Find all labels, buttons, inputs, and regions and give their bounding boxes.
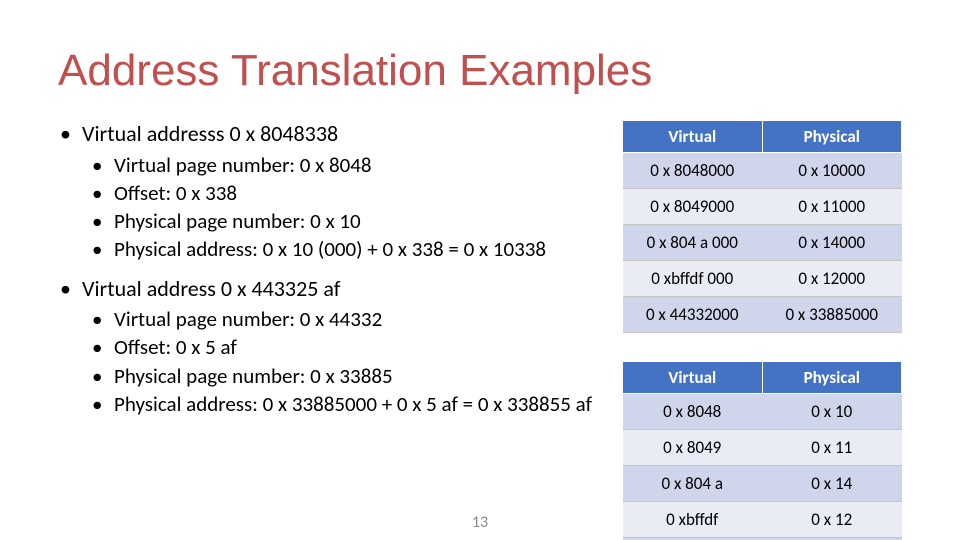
section-heading-text: Virtual addresss 0 x 8048338	[82, 120, 338, 148]
bullet-icon	[92, 180, 114, 206]
list-item-text: Offset: 0 x 338	[114, 180, 237, 206]
slide: Address Translation Examples Virtual add…	[0, 0, 960, 540]
list-item-text: Physical address: 0 x 10 (000) + 0 x 338…	[114, 236, 546, 262]
cell: 0 x 10000	[762, 153, 902, 189]
cell: 0 x 11	[762, 430, 902, 466]
bullet-icon	[92, 208, 114, 234]
column-header: Virtual	[623, 362, 763, 394]
cell: 0 x 12000	[762, 261, 902, 297]
cell: 0 x 804 a	[623, 466, 763, 502]
cell: 0 x 12	[762, 502, 902, 538]
table-row: 0 x 8048000 0 x 10000	[623, 153, 902, 189]
bullet-icon	[58, 275, 82, 303]
list-item-text: Offset: 0 x 5 af	[114, 334, 237, 360]
table-row: 0 x 44332000 0 x 33885000	[623, 297, 902, 333]
address-map-table-2: Virtual Physical 0 x 8048 0 x 10 0 x 804…	[622, 361, 902, 540]
cell: 0 x 8049000	[623, 189, 763, 225]
table-row: 0 x 8048 0 x 10	[623, 394, 902, 430]
cell: 0 xbffdf 000	[623, 261, 763, 297]
bullet-icon	[92, 306, 114, 332]
bullet-icon	[92, 152, 114, 178]
slide-body: Virtual addresss 0 x 8048338 Virtual pag…	[58, 120, 902, 417]
page-number: 13	[472, 513, 488, 532]
list-item-text: Physical address: 0 x 33885000 + 0 x 5 a…	[114, 391, 592, 417]
list-item-text: Physical page number: 0 x 33885	[114, 363, 393, 389]
table-row: 0 x 8049 0 x 11	[623, 430, 902, 466]
bullet-icon	[92, 334, 114, 360]
cell: 0 x 804 a 000	[623, 225, 763, 261]
cell: 0 x 8048000	[623, 153, 763, 189]
cell: 0 x 44332000	[623, 297, 763, 333]
list-item-text: Physical page number: 0 x 10	[114, 208, 361, 234]
bullet-icon	[58, 120, 82, 148]
cell: 0 x 33885000	[762, 297, 902, 333]
column-header: Virtual	[623, 121, 763, 153]
slide-title: Address Translation Examples	[58, 48, 902, 94]
table-row: 0 xbffdf 000 0 x 12000	[623, 261, 902, 297]
bullet-icon	[92, 236, 114, 262]
cell: 0 x 11000	[762, 189, 902, 225]
tables-container: Virtual Physical 0 x 8048000 0 x 10000 0…	[622, 120, 902, 540]
cell: 0 x 10	[762, 394, 902, 430]
cell: 0 x 14	[762, 466, 902, 502]
column-header: Physical	[762, 121, 902, 153]
list-item-text: Virtual page number: 0 x 8048	[114, 152, 372, 178]
table-row: 0 x 804 a 0 x 14	[623, 466, 902, 502]
cell: 0 x 8048	[623, 394, 763, 430]
table-row: 0 x 804 a 000 0 x 14000	[623, 225, 902, 261]
table-row: 0 xbffdf 0 x 12	[623, 502, 902, 538]
bullet-icon	[92, 363, 114, 389]
address-map-table-1: Virtual Physical 0 x 8048000 0 x 10000 0…	[622, 120, 902, 333]
section-heading-text: Virtual address 0 x 443325 af	[82, 275, 340, 303]
cell: 0 x 14000	[762, 225, 902, 261]
cell: 0 x 8049	[623, 430, 763, 466]
bullet-icon	[92, 391, 114, 417]
list-item-text: Virtual page number: 0 x 44332	[114, 306, 382, 332]
cell: 0 xbffdf	[623, 502, 763, 538]
column-header: Physical	[762, 362, 902, 394]
table-row: 0 x 8049000 0 x 11000	[623, 189, 902, 225]
